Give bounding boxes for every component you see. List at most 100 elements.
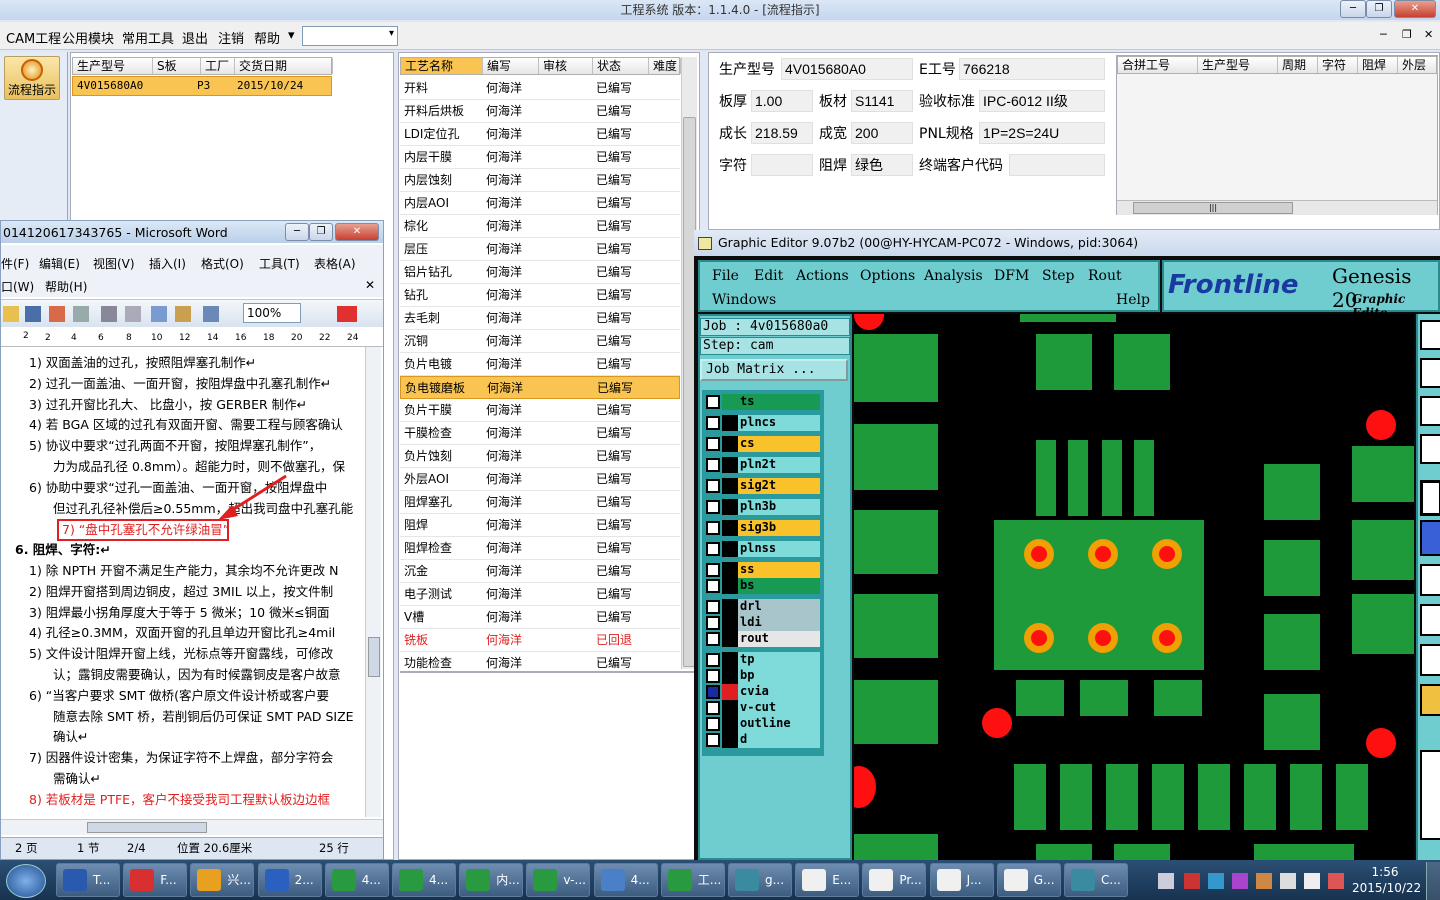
word-hscroll-thumb[interactable] xyxy=(87,822,207,833)
taskbar-item[interactable]: 4... xyxy=(392,863,456,897)
print-icon[interactable] xyxy=(73,306,89,322)
word-scrollbar[interactable] xyxy=(365,347,381,817)
tool-icon[interactable] xyxy=(1420,564,1440,596)
table-row[interactable]: 内层干膜 何海洋 已编写 xyxy=(400,146,680,169)
layer-tp[interactable]: tp xyxy=(706,652,820,668)
print-preview-icon[interactable] xyxy=(101,306,117,322)
tool-icon[interactable] xyxy=(1420,604,1440,636)
layer-outline[interactable]: outline xyxy=(706,716,820,732)
start-button[interactable] xyxy=(6,864,46,898)
word-hscrollbar[interactable] xyxy=(1,819,383,835)
orders-col-factory[interactable]: 工厂 xyxy=(201,58,235,74)
word-menu-tools[interactable]: 工具(T) xyxy=(259,255,300,272)
taskbar-item[interactable]: E... xyxy=(795,863,860,897)
clock[interactable]: 1:56 2015/10/22 xyxy=(1352,864,1421,898)
pcb-canvas[interactable] xyxy=(854,314,1414,860)
table-row[interactable]: 阻焊塞孔 何海洋 已编写 xyxy=(400,491,680,514)
taskbar-item[interactable]: C... xyxy=(1064,863,1128,897)
mdi-close-button[interactable]: ✕ xyxy=(1424,28,1433,41)
tray-app-icon[interactable] xyxy=(1256,873,1272,889)
save-icon[interactable] xyxy=(25,306,41,322)
taskbar-item[interactable]: 内... xyxy=(459,863,524,897)
layer-rout[interactable]: rout xyxy=(706,631,820,647)
layer-checkbox[interactable] xyxy=(706,521,720,535)
menu-public[interactable]: 公用模块 xyxy=(62,28,114,47)
flow-indicator-button[interactable]: 流程指示 xyxy=(4,56,60,100)
zoom-select[interactable]: 100% xyxy=(243,303,301,323)
taskbar-item[interactable]: T... xyxy=(56,863,120,897)
layer-ts[interactable]: ts xyxy=(706,394,820,410)
tool-icon[interactable] xyxy=(1420,434,1440,464)
ge-menu-dfm[interactable]: DFM xyxy=(994,268,1029,284)
word-scroll-thumb[interactable] xyxy=(368,637,380,677)
table-row[interactable]: 功能检查 何海洋 已编写 xyxy=(400,652,680,669)
table-row[interactable]: V槽 何海洋 已编写 xyxy=(400,606,680,629)
ge-menu-options[interactable]: Options xyxy=(860,268,915,284)
word-menu-edit[interactable]: 编辑(E) xyxy=(39,255,80,272)
tool-icon[interactable] xyxy=(1420,396,1440,426)
layer-checkbox[interactable] xyxy=(706,563,720,577)
word-close-button[interactable]: ✕ xyxy=(335,223,379,241)
table-row[interactable]: 沉铜 何海洋 已编写 xyxy=(400,330,680,353)
merge-col-model[interactable]: 生产型号 xyxy=(1198,57,1278,73)
table-row[interactable]: 层压 何海洋 已编写 xyxy=(400,238,680,261)
paste-icon[interactable] xyxy=(175,306,191,322)
table-row[interactable]: 电子测试 何海洋 已编写 xyxy=(400,583,680,606)
word-menu-window[interactable]: 口(W) xyxy=(1,278,34,295)
layer-checkbox[interactable] xyxy=(706,653,720,667)
table-row[interactable]: 阻焊检查 何海洋 已编写 xyxy=(400,537,680,560)
table-row[interactable]: 阻焊 何海洋 已编写 xyxy=(400,514,680,537)
minimize-button[interactable]: ─ xyxy=(1340,0,1366,18)
field-customer[interactable] xyxy=(1009,154,1105,176)
layer-ss[interactable]: ss xyxy=(706,562,820,578)
merge-col-outer[interactable]: 外层 xyxy=(1398,57,1438,73)
word-menu-file[interactable]: 件(F) xyxy=(1,255,29,272)
show-desktop-button[interactable] xyxy=(1426,862,1440,900)
process-col-writer[interactable]: 编写 xyxy=(483,58,539,74)
open-icon[interactable] xyxy=(3,306,19,322)
table-row[interactable]: 4V015680A0 P3 2015/10/24 xyxy=(72,76,332,96)
layer-checkbox[interactable] xyxy=(706,685,720,699)
table-row[interactable]: 棕化 何海洋 已编写 xyxy=(400,215,680,238)
magnifier-icon[interactable] xyxy=(125,306,141,322)
layer-checkbox[interactable] xyxy=(706,395,720,409)
volume-icon[interactable] xyxy=(1304,873,1320,889)
merge-col-mask[interactable]: 阻焊 xyxy=(1358,57,1398,73)
layer-v-cut[interactable]: v-cut xyxy=(706,700,820,716)
process-col-difficulty[interactable]: 难度 xyxy=(649,58,681,74)
tray-app-icon[interactable] xyxy=(1232,873,1248,889)
taskbar-item[interactable]: g... xyxy=(728,863,792,897)
menu-logout[interactable]: 注销 xyxy=(218,28,244,47)
menu-tools[interactable]: 常用工具 xyxy=(122,28,174,47)
merge-col-cycle[interactable]: 周期 xyxy=(1278,57,1318,73)
word-menu-insert[interactable]: 插入(I) xyxy=(149,255,186,272)
orders-col-date[interactable]: 交货日期 xyxy=(235,58,333,74)
layer-checkbox[interactable] xyxy=(706,458,720,472)
table-row[interactable]: LDI定位孔 何海洋 已编写 xyxy=(400,123,680,146)
permission-icon[interactable] xyxy=(49,306,65,322)
ge-menu-help[interactable]: Help xyxy=(1116,292,1150,308)
copy-icon[interactable] xyxy=(151,306,167,322)
word-document[interactable]: 1) 双面盖油的过孔，按照阻焊塞孔制作↵ 2) 过孔一面盖油、一面开窗，按阻焊盘中… xyxy=(1,353,365,813)
taskbar-item[interactable]: F... xyxy=(123,863,188,897)
mdi-minimize-button[interactable]: ─ xyxy=(1380,28,1387,41)
undo-icon[interactable] xyxy=(203,306,219,322)
layer-cs[interactable]: cs xyxy=(706,436,820,452)
ge-menu-rout[interactable]: Rout xyxy=(1088,268,1122,284)
field-model[interactable]: 4V015680A0 xyxy=(781,58,913,80)
ge-menu-actions[interactable]: Actions xyxy=(796,268,849,284)
layer-cvia[interactable]: cvia xyxy=(706,684,820,700)
tool-icon[interactable] xyxy=(1420,644,1440,676)
orders-col-model[interactable]: 生产型号 xyxy=(73,58,153,74)
table-row[interactable]: 负电镀磨板 何海洋 已编写 xyxy=(400,376,680,399)
field-length[interactable]: 218.59 xyxy=(751,122,813,144)
tray-app-icon[interactable] xyxy=(1328,873,1344,889)
process-col-review[interactable]: 审核 xyxy=(539,58,593,74)
table-row[interactable]: 开料后烘板 何海洋 已编写 xyxy=(400,100,680,123)
orders-col-s[interactable]: S板 xyxy=(153,58,201,74)
close-button[interactable]: ✕ xyxy=(1394,0,1436,18)
table-row[interactable]: 负片蚀刻 何海洋 已编写 xyxy=(400,445,680,468)
ge-menu-windows[interactable]: Windows xyxy=(712,292,776,308)
merge-hscrollbar[interactable]: ||| xyxy=(1117,200,1437,215)
ge-menu-file[interactable]: File xyxy=(712,268,739,284)
